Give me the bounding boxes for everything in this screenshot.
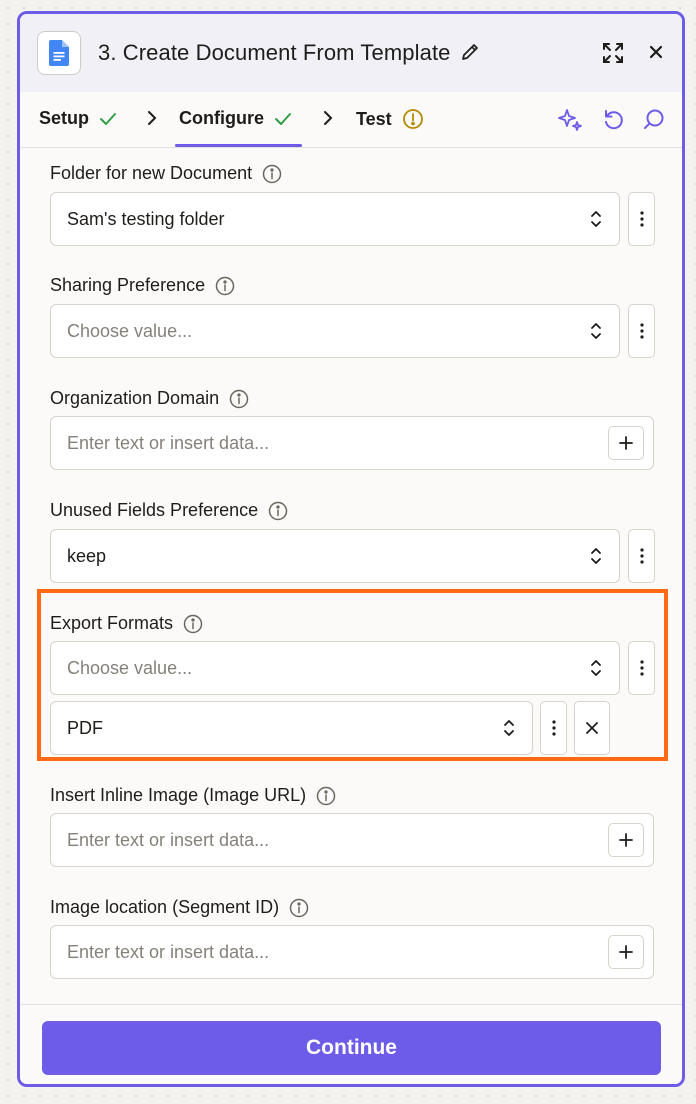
active-tab-indicator — [175, 144, 302, 147]
sharing-select[interactable]: Choose value... — [50, 304, 620, 358]
close-icon — [586, 722, 598, 734]
field-label-sharing: Sharing Preference — [50, 275, 235, 296]
select-value: Sam's testing folder — [67, 208, 225, 229]
select-arrows-icon — [591, 211, 601, 227]
domain-input[interactable]: Enter text or insert data... — [50, 416, 654, 470]
tab-setup[interactable]: Setup — [39, 108, 117, 129]
undo-icon[interactable] — [602, 107, 626, 133]
select-arrows-icon — [504, 720, 514, 736]
check-icon — [275, 112, 291, 125]
insert-data-button[interactable] — [608, 823, 644, 857]
more-vertical-icon — [639, 211, 644, 227]
more-vertical-icon — [639, 548, 644, 564]
plus-icon — [619, 945, 633, 959]
info-icon[interactable] — [316, 786, 336, 806]
input-placeholder: Enter text or insert data... — [67, 941, 270, 962]
label-text: Organization Domain — [50, 388, 220, 408]
expand-icon[interactable] — [601, 41, 625, 70]
check-icon — [100, 112, 117, 125]
field-label-inline-image: Insert Inline Image (Image URL) — [50, 785, 336, 806]
export-formats-select[interactable]: Choose value... — [50, 641, 620, 695]
more-vertical-icon — [639, 323, 644, 339]
search-comment-icon[interactable] — [642, 107, 666, 133]
tab-configure[interactable]: Configure — [179, 108, 292, 129]
label-text: Export Formats — [50, 613, 174, 633]
tab-test[interactable]: Test — [356, 108, 424, 130]
field-label-unused: Unused Fields Preference — [50, 500, 288, 521]
panel-header: 3. Create Document From Template — [20, 14, 682, 92]
field-label-image-location: Image location (Segment ID) — [50, 897, 309, 918]
tab-label: Test — [356, 108, 392, 129]
more-options-button[interactable] — [540, 701, 567, 755]
select-arrows-icon — [591, 548, 601, 564]
more-options-button[interactable] — [628, 304, 655, 358]
more-vertical-icon — [639, 660, 644, 676]
close-icon[interactable] — [645, 41, 667, 68]
form-content: Folder for new Document Sam's testing fo… — [20, 149, 682, 1004]
more-options-button[interactable] — [628, 192, 655, 246]
info-icon[interactable] — [229, 389, 249, 409]
select-value: keep — [67, 545, 107, 566]
warning-icon — [402, 109, 423, 129]
continue-button[interactable]: Continue — [42, 1021, 661, 1075]
more-options-button[interactable] — [628, 529, 655, 583]
info-icon[interactable] — [268, 501, 288, 521]
select-value: PDF — [67, 717, 103, 738]
label-text: Image location (Segment ID) — [50, 897, 280, 917]
plus-icon — [619, 436, 633, 450]
insert-data-button[interactable] — [608, 935, 644, 969]
info-icon[interactable] — [183, 614, 203, 634]
info-icon[interactable] — [262, 164, 282, 184]
unused-fields-select[interactable]: keep — [50, 529, 620, 583]
folder-select[interactable]: Sam's testing folder — [50, 192, 620, 246]
image-location-input[interactable]: Enter text or insert data... — [50, 925, 654, 979]
panel-footer: Continue — [20, 1004, 682, 1084]
input-placeholder: Enter text or insert data... — [67, 432, 270, 453]
edit-title-icon[interactable] — [460, 42, 480, 67]
select-arrows-icon — [591, 660, 601, 676]
inline-image-input[interactable]: Enter text or insert data... — [50, 813, 654, 867]
tab-label: Configure — [179, 108, 264, 128]
plus-icon — [619, 833, 633, 847]
step-title[interactable]: 3. Create Document From Template — [98, 40, 451, 66]
step-tabs: Setup Configure Test — [20, 92, 682, 148]
select-arrows-icon — [591, 323, 601, 339]
label-text: Folder for new Document — [50, 163, 253, 183]
info-icon[interactable] — [215, 276, 235, 296]
select-placeholder: Choose value... — [67, 320, 193, 341]
chevron-right-icon — [148, 111, 157, 125]
field-label-domain: Organization Domain — [50, 388, 249, 409]
more-options-button[interactable] — [628, 641, 655, 695]
select-placeholder: Choose value... — [67, 657, 193, 678]
chevron-right-icon — [324, 111, 333, 125]
more-vertical-icon — [551, 720, 556, 736]
label-text: Sharing Preference — [50, 275, 206, 295]
step-editor-panel: 3. Create Document From Template Setup C… — [17, 11, 685, 1087]
field-label-folder: Folder for new Document — [50, 163, 282, 184]
label-text: Unused Fields Preference — [50, 500, 259, 520]
field-label-export: Export Formats — [50, 613, 203, 634]
export-format-item-select[interactable]: PDF — [50, 701, 533, 755]
tab-label: Setup — [39, 108, 90, 128]
google-docs-icon — [37, 31, 81, 75]
insert-data-button[interactable] — [608, 426, 644, 460]
info-icon[interactable] — [289, 898, 309, 918]
remove-item-button[interactable] — [574, 701, 610, 755]
input-placeholder: Enter text or insert data... — [67, 829, 270, 850]
ai-sparkle-icon[interactable] — [557, 107, 583, 133]
label-text: Insert Inline Image (Image URL) — [50, 785, 307, 805]
